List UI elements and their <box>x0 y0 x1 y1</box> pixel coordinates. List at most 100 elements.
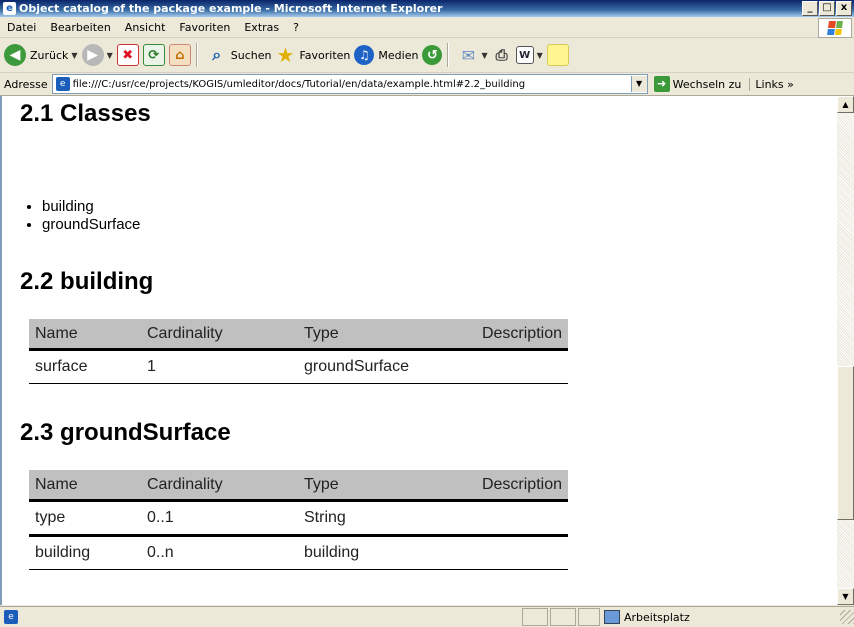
minimize-button[interactable]: _ <box>802 1 818 16</box>
window-title: Object catalog of the package example - … <box>19 2 443 15</box>
refresh-button[interactable]: ⟳ <box>142 41 165 69</box>
back-arrow-icon: ◀ <box>4 44 26 66</box>
cell-name: building <box>29 535 141 570</box>
address-url[interactable]: file:///C:/usr/ce/projects/KOGIS/umledit… <box>73 79 631 90</box>
building-heading: 2.2 building <box>20 268 154 295</box>
cell-description <box>445 535 568 570</box>
back-label: Zurück <box>30 48 69 62</box>
edit-button[interactable]: W ▼ <box>515 41 543 69</box>
page-content: 2.1 Classes building groundSurface 2.2 b… <box>0 96 839 605</box>
toolbar-separator <box>195 43 198 67</box>
edit-dropdown-icon[interactable]: ▼ <box>537 51 543 60</box>
search-button[interactable]: ⌕ Suchen <box>207 41 272 69</box>
print-button[interactable]: ⎙ <box>492 41 512 69</box>
groundsurface-table: Name Cardinality Type Description type 0… <box>29 470 568 570</box>
links-button[interactable]: Links » <box>749 77 794 91</box>
mail-icon: ✉ <box>461 45 476 65</box>
column-header: Description <box>445 470 568 502</box>
links-label: Links <box>755 77 784 91</box>
cell-description <box>445 349 568 384</box>
status-panel <box>550 608 576 626</box>
column-header: Type <box>298 319 445 351</box>
favorites-button[interactable]: ★ Favoriten <box>275 41 350 69</box>
status-text-area <box>20 609 520 625</box>
discuss-button[interactable] <box>546 41 569 69</box>
refresh-icon: ⟳ <box>142 44 165 66</box>
menu-bearbeiten[interactable]: Bearbeiten <box>43 21 117 34</box>
windows-logo-icon <box>818 18 852 38</box>
page-status-icon: e <box>4 610 18 624</box>
scroll-down-button[interactable]: ▼ <box>837 588 854 605</box>
cell-cardinality: 0..n <box>141 535 298 570</box>
star-icon: ★ <box>276 43 295 67</box>
media-button[interactable]: ♫ Medien <box>354 41 418 69</box>
cell-description <box>445 500 568 537</box>
cell-name: surface <box>29 349 141 384</box>
mail-button[interactable]: ✉ ▼ <box>458 41 488 69</box>
forward-button[interactable]: ▶ ▼ <box>81 41 113 69</box>
home-button[interactable]: ⌂ <box>168 41 191 69</box>
back-dropdown-icon[interactable]: ▼ <box>71 51 77 60</box>
menu-datei[interactable]: Datei <box>0 21 43 34</box>
menu-ansicht[interactable]: Ansicht <box>118 21 173 34</box>
cell-type: groundSurface <box>298 349 445 384</box>
go-button[interactable]: ➜ Wechseln zu <box>653 76 742 92</box>
word-icon: W <box>515 46 534 64</box>
menu-favoriten[interactable]: Favoriten <box>172 21 237 34</box>
stop-button[interactable]: ✖ <box>116 41 139 69</box>
close-button[interactable]: x <box>836 1 852 16</box>
back-button[interactable]: ◀ Zurück ▼ <box>4 41 78 69</box>
history-icon: ↺ <box>422 45 443 65</box>
forward-arrow-icon: ▶ <box>81 44 104 66</box>
mail-dropdown-icon[interactable]: ▼ <box>481 51 487 60</box>
home-icon: ⌂ <box>168 44 191 66</box>
computer-icon <box>604 610 620 624</box>
maximize-button[interactable]: □ <box>819 1 835 16</box>
search-icon: ⌕ <box>212 45 222 64</box>
column-header: Name <box>29 470 141 502</box>
note-icon <box>546 44 569 66</box>
media-label: Medien <box>378 48 419 62</box>
forward-dropdown-icon[interactable]: ▼ <box>107 51 113 60</box>
address-input[interactable]: e file:///C:/usr/ce/projects/KOGIS/umled… <box>51 74 648 94</box>
favorites-label: Favoriten <box>299 48 351 62</box>
building-table: Name Cardinality Type Description surfac… <box>29 319 568 384</box>
search-label: Suchen <box>230 48 272 62</box>
resize-grip-icon[interactable] <box>840 610 854 624</box>
toolbar: ◀ Zurück ▼ ▶ ▼ ✖ ⟳ ⌂ ⌕ Suchen ★ Favorite… <box>0 38 854 73</box>
column-header: Cardinality <box>141 470 298 502</box>
cell-cardinality: 1 <box>141 349 298 384</box>
table-row: building 0..n building <box>29 535 568 570</box>
table-header-row: Name Cardinality Type Description <box>29 470 568 502</box>
title-bar: e Object catalog of the package example … <box>0 0 854 17</box>
menu-help[interactable]: ? <box>286 21 306 34</box>
status-panel <box>578 608 600 626</box>
address-label: Adresse <box>4 77 48 91</box>
vertical-scrollbar[interactable]: ▲ ▼ <box>837 96 854 605</box>
scrollbar-thumb[interactable] <box>837 366 854 520</box>
stop-icon: ✖ <box>116 44 139 66</box>
classes-list: building groundSurface <box>20 198 140 234</box>
status-bar: e Arbeitsplatz <box>0 606 854 627</box>
menu-extras[interactable]: Extras <box>237 21 286 34</box>
address-bar: Adresse e file:///C:/usr/ce/projects/KOG… <box>0 73 854 96</box>
menu-bar: Datei Bearbeiten Ansicht Favoriten Extra… <box>0 17 854 38</box>
ie-icon: e <box>3 2 16 15</box>
table-row: surface 1 groundSurface <box>29 349 568 384</box>
scroll-up-button[interactable]: ▲ <box>837 96 854 113</box>
address-dropdown-icon[interactable]: ▼ <box>630 76 647 92</box>
history-button[interactable]: ↺ <box>422 41 443 69</box>
classes-heading: 2.1 Classes <box>20 100 151 127</box>
list-item: groundSurface <box>42 216 140 234</box>
go-label: Wechseln zu <box>672 77 742 91</box>
column-header: Name <box>29 319 141 351</box>
zone-label: Arbeitsplatz <box>624 610 690 624</box>
table-header-row: Name Cardinality Type Description <box>29 319 568 351</box>
page-icon: e <box>55 77 70 91</box>
media-icon: ♫ <box>354 45 375 65</box>
table-row: type 0..1 String <box>29 500 568 537</box>
cell-type: String <box>298 500 445 537</box>
column-header: Description <box>445 319 568 351</box>
column-header: Cardinality <box>141 319 298 351</box>
cell-type: building <box>298 535 445 570</box>
